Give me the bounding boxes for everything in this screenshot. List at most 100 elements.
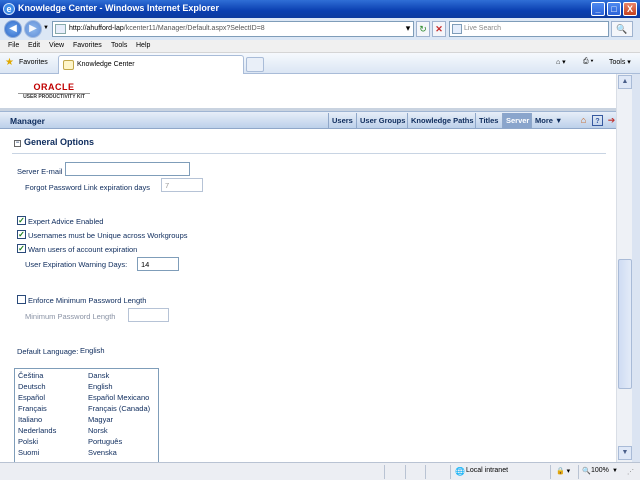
nav-users[interactable]: Users [328,113,356,128]
expert-advice-label: Expert Advice Enabled [28,217,104,226]
tools-menu-button[interactable]: Tools ▾ [609,58,631,66]
language-option[interactable]: Suomi [18,448,39,457]
unique-usernames-label: Usernames must be Unique across Workgrou… [28,231,188,240]
menu-tools[interactable]: Tools [111,42,127,49]
language-option[interactable]: Dansk [88,371,109,380]
enforce-min-password-checkbox[interactable] [17,295,26,304]
zoom-icon: 🔍 [582,468,591,475]
nav-titles[interactable]: Titles [475,113,501,128]
new-tab-button[interactable] [246,57,264,72]
refresh-icon[interactable]: ↻ [416,21,430,37]
logout-icon[interactable]: ➔ [606,115,616,126]
favorites-bar: ★ Favorites Knowledge Center ⌂ ▾ ⎙ ▾ Too… [0,53,640,74]
globe-icon: 🌐 [455,467,465,476]
address-url: http://ahufford-lap/kcenter11/Manager/De… [69,25,265,32]
menu-help[interactable]: Help [136,42,150,49]
tab-title: Knowledge Center [77,61,135,68]
language-option[interactable]: English [88,382,113,391]
address-dropdown-icon[interactable]: ▾ [401,21,415,37]
home-icon[interactable]: ⌂ ▾ [556,58,566,66]
history-dropdown-icon[interactable]: ▼ [43,25,49,31]
forward-button[interactable]: ▶ [24,20,42,38]
help-icon[interactable]: ? [592,115,603,126]
favorites-button[interactable]: ★ Favorites [3,56,51,71]
nav-user-groups[interactable]: User Groups [356,113,408,128]
language-option[interactable]: Español [18,393,45,402]
warning-days-label: User Expiration Warning Days: [25,260,128,269]
search-input[interactable]: Live Search [449,21,609,37]
expert-advice-checkbox[interactable]: ✓ [17,216,26,225]
warn-expiration-checkbox[interactable]: ✓ [17,244,26,253]
section-divider [12,153,606,154]
language-option[interactable]: Magyar [88,415,113,424]
language-option[interactable]: Svenska [88,448,117,457]
title-bar: e Knowledge Center - Windows Internet Ex… [0,0,640,18]
maximize-button[interactable]: □ [607,2,621,16]
status-divider [550,465,551,479]
min-password-length-input[interactable] [128,308,169,322]
forgot-password-days-input[interactable]: 7 [161,178,203,192]
status-divider [578,465,579,479]
language-option[interactable]: Français [18,404,47,413]
zoom-level[interactable]: 100% [591,467,609,474]
address-bar[interactable]: http://ahufford-lap/kcenter11/Manager/De… [52,21,414,37]
status-divider [450,465,451,479]
close-button[interactable]: X [623,2,637,16]
section-header[interactable]: − General Options [14,137,94,147]
language-list[interactable]: Čeština Dansk Deutsch English Español Es… [14,368,159,462]
nav-knowledge-paths[interactable]: Knowledge Paths [407,113,477,128]
section-title: General Options [24,137,95,147]
default-language-value: English [80,346,105,355]
collapse-icon[interactable]: − [14,140,21,147]
language-option[interactable]: Polski [18,437,38,446]
server-email-input[interactable] [65,162,190,176]
manager-title: Manager [10,116,45,126]
status-divider [405,465,406,479]
status-divider [384,465,385,479]
nav-more[interactable]: More ▼ [531,113,565,128]
language-option[interactable]: Deutsch [18,382,46,391]
print-icon[interactable]: ⎙ ▾ [583,58,594,66]
page-content: ORACLE USER PRODUCTIVITY KIT Manager Use… [0,74,616,462]
language-option[interactable]: Nederlands [18,426,56,435]
language-option[interactable]: Italiano [18,415,42,424]
live-search-icon [452,24,462,34]
tab-knowledge-center[interactable]: Knowledge Center [58,55,244,74]
home-icon[interactable]: ⌂ [578,115,589,126]
back-button[interactable]: ◀ [4,20,22,38]
minimize-button[interactable]: _ [591,2,605,16]
protected-mode-icon[interactable]: 🔒 ▾ [556,467,570,475]
warning-days-input[interactable]: 14 [137,257,179,271]
search-button[interactable]: 🔍 [611,21,633,37]
vertical-scrollbar[interactable]: ▲ ▼ [616,74,632,462]
window-title: Knowledge Center - Windows Internet Expl… [18,3,219,13]
language-option[interactable]: Français (Canada) [88,404,150,413]
enforce-min-password-label: Enforce Minimum Password Length [28,296,147,305]
language-option[interactable]: Norsk [88,426,108,435]
language-option[interactable]: Čeština [18,371,43,380]
star-icon: ★ [5,57,14,68]
nav-server[interactable]: Server [502,113,533,128]
status-bar: 🌐 Local intranet 🔒 ▾ 🔍 100% ▼ ⋰ [0,462,640,480]
scroll-down-icon[interactable]: ▼ [618,446,632,460]
address-toolbar: ◀ ▶ ▼ http://ahufford-lap/kcenter11/Mana… [0,18,640,40]
oracle-logo: ORACLE USER PRODUCTIVITY KIT [18,82,90,100]
menu-edit[interactable]: Edit [28,42,40,49]
language-option[interactable]: Español Mexicano [88,393,149,402]
language-option[interactable]: Português [88,437,122,446]
logo-subtitle: USER PRODUCTIVITY KIT [18,93,90,100]
unique-usernames-checkbox[interactable]: ✓ [17,230,26,239]
ie-logo-icon: e [3,3,15,15]
forgot-password-days-label: Forgot Password Link expiration days [25,183,151,192]
security-zone: Local intranet [466,467,509,474]
menu-view[interactable]: View [49,42,64,49]
min-password-length-label: Minimum Password Length [25,312,116,321]
menu-file[interactable]: File [8,42,19,49]
scroll-up-icon[interactable]: ▲ [618,75,632,89]
resize-grip-icon[interactable]: ⋰ [627,468,634,476]
zoom-dropdown-icon[interactable]: ▼ [612,468,618,474]
stop-icon[interactable]: ✕ [432,21,446,37]
menu-favorites[interactable]: Favorites [73,42,102,49]
scroll-thumb[interactable] [618,259,632,389]
page-icon [55,24,66,34]
